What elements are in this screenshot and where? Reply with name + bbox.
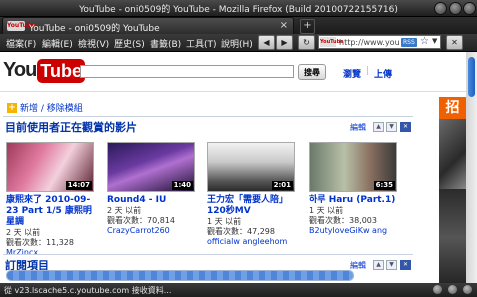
video-duration: 6:35 [373,181,395,190]
maximize-button[interactable] [449,2,462,15]
status-icon[interactable] [448,285,457,294]
move-down-icon[interactable]: ▼ [386,260,397,270]
search-button[interactable]: 搜尋 [298,64,326,80]
ad-image [439,119,466,189]
video-thumbnail[interactable]: 2:01 [207,142,295,192]
link-separator: | [366,66,370,76]
browser-window: YouTube - oni0509的 YouTube - Mozilla Fir… [0,0,477,297]
forward-button[interactable]: ▶ [276,35,293,50]
video-title[interactable]: Round4 - IU [107,195,199,206]
video-card[interactable]: 2:01 王力宏「需要人陪」120秒MV 1 天 以前 觀看次數：47,298 … [207,142,299,247]
tab-youtube[interactable]: YouTube YouTube - oni0509的 YouTube × [2,17,294,34]
menu-edit[interactable]: 編輯(E) [42,37,73,50]
menu-bar: 檔案(F) 編輯(E) 檢視(V) 歷史(S) 書籤(B) 工具(T) 說明(H… [0,34,477,52]
add-icon: + [7,102,17,113]
video-thumbnail[interactable]: 1:40 [107,142,195,192]
reload-button[interactable]: ↻ [298,35,315,50]
video-card[interactable]: 14:07 康熙來了 2010-09-23 Part 1/5 康熙明星調 2 天… [6,142,98,258]
move-up-icon[interactable]: ▲ [373,122,384,132]
ad-heading: 招 [439,97,466,119]
search-input[interactable] [80,65,294,78]
video-card[interactable]: 6:35 하루 Haru (Part.1) 1 天 以前 觀看次數：38,003… [309,142,401,236]
upload-link[interactable]: 上傳 [374,67,392,80]
page-content: You Tube 搜尋 瀏覽 | 上傳 + 新增 / 移除模組 目前使用者正在觀賞的… [0,52,466,283]
menu-view[interactable]: 檢視(V) [78,37,109,50]
youtube-favicon-icon: YouTube [7,21,36,31]
vertical-scrollbar[interactable] [466,52,477,283]
url-dropdown-icon[interactable]: ▼ [432,37,437,45]
close-module-icon[interactable]: ✕ [400,122,411,132]
edit-link[interactable]: 編輯 [350,260,366,271]
header-divider [0,91,466,92]
section-title-now-watching: 目前使用者正在觀賞的影片 [5,121,137,134]
section-divider [3,116,413,117]
add-modules[interactable]: + 新增 / 移除模組 [7,101,83,114]
video-duration: 14:07 [65,181,92,190]
loading-progress-bar [6,270,354,281]
video-duration: 1:40 [171,181,193,190]
status-icon[interactable] [433,285,442,294]
video-user[interactable]: B2utyloveGiKw ang [309,226,401,236]
stop-button[interactable]: ✕ [446,35,463,50]
status-icon[interactable] [463,285,472,294]
window-title: YouTube - oni0509的 YouTube - Mozilla Fir… [79,5,398,15]
logo-you-text: You [3,59,37,81]
video-age: 2 天 以前 [6,228,41,237]
tab-strip: YouTube YouTube - oni0509的 YouTube × + [0,17,477,34]
site-identity-icon: YouTube [320,37,344,47]
ad-banner[interactable]: 招 [439,97,466,283]
video-title[interactable]: 王力宏「需要人陪」120秒MV [207,195,299,217]
menu-help[interactable]: 說明(H) [221,37,253,50]
tab-label: YouTube - oni0509的 YouTube [29,24,160,34]
video-duration: 2:01 [271,181,293,190]
address-bar[interactable]: YouTube http://www.you... RSS ☆ ▼ [318,35,441,49]
section-divider [3,254,413,255]
bookmark-star-icon[interactable]: ☆ [420,36,429,47]
scrollbar-thumb[interactable] [468,57,475,97]
ad-image [439,189,466,283]
close-module-icon[interactable]: ✕ [400,260,411,270]
tab-close-icon[interactable]: × [280,20,288,31]
menu-bookmarks[interactable]: 書籤(B) [150,37,181,50]
title-bar: YouTube - oni0509的 YouTube - Mozilla Fir… [0,0,477,17]
edit-link[interactable]: 編輯 [350,122,366,133]
video-views: 觀看次數：11,328 [6,238,74,247]
new-tab-button[interactable]: + [300,19,315,34]
video-thumbnail[interactable]: 14:07 [6,142,94,192]
minimize-button[interactable] [434,2,447,15]
back-button[interactable]: ◀ [258,35,275,50]
browse-link[interactable]: 瀏覽 [343,67,361,80]
status-bar: 從 v23.lscache5.c.youtube.com 接收資料... [0,283,477,297]
logo-tube-text: Tube [37,59,85,83]
video-title[interactable]: 康熙來了 2010-09-23 Part 1/5 康熙明星調 [6,195,98,228]
move-down-icon[interactable]: ▼ [386,122,397,132]
video-views: 觀看次數：38,003 [309,216,377,225]
close-window-button[interactable] [463,2,476,15]
add-modules-link[interactable]: 新增 / 移除模組 [20,104,83,114]
loading-progress-fill [7,271,353,280]
video-views: 觀看次數：70,814 [107,216,175,225]
video-user[interactable]: CrazyCarrot260 [107,226,199,236]
video-age: 1 天 以前 [309,206,344,215]
video-card[interactable]: 1:40 Round4 - IU 2 天 以前 觀看次數：70,814 Craz… [107,142,199,236]
move-up-icon[interactable]: ▲ [373,260,384,270]
menu-history[interactable]: 歷史(S) [114,37,145,50]
url-text[interactable]: http://www.you... [339,38,399,47]
menu-file[interactable]: 檔案(F) [6,37,36,50]
rss-feed-icon[interactable]: RSS [401,38,417,47]
video-thumbnail[interactable]: 6:35 [309,142,397,192]
video-title[interactable]: 하루 Haru (Part.1) [309,195,401,206]
video-views: 觀看次數：47,298 [207,227,275,236]
video-age: 1 天 以前 [207,217,242,226]
video-age: 2 天 以前 [107,206,142,215]
youtube-logo[interactable]: You Tube [3,59,85,85]
menu-tools[interactable]: 工具(T) [186,37,217,50]
status-text: 從 v23.lscache5.c.youtube.com 接收資料... [4,286,172,295]
video-user[interactable]: officialw angleehom [207,237,299,247]
